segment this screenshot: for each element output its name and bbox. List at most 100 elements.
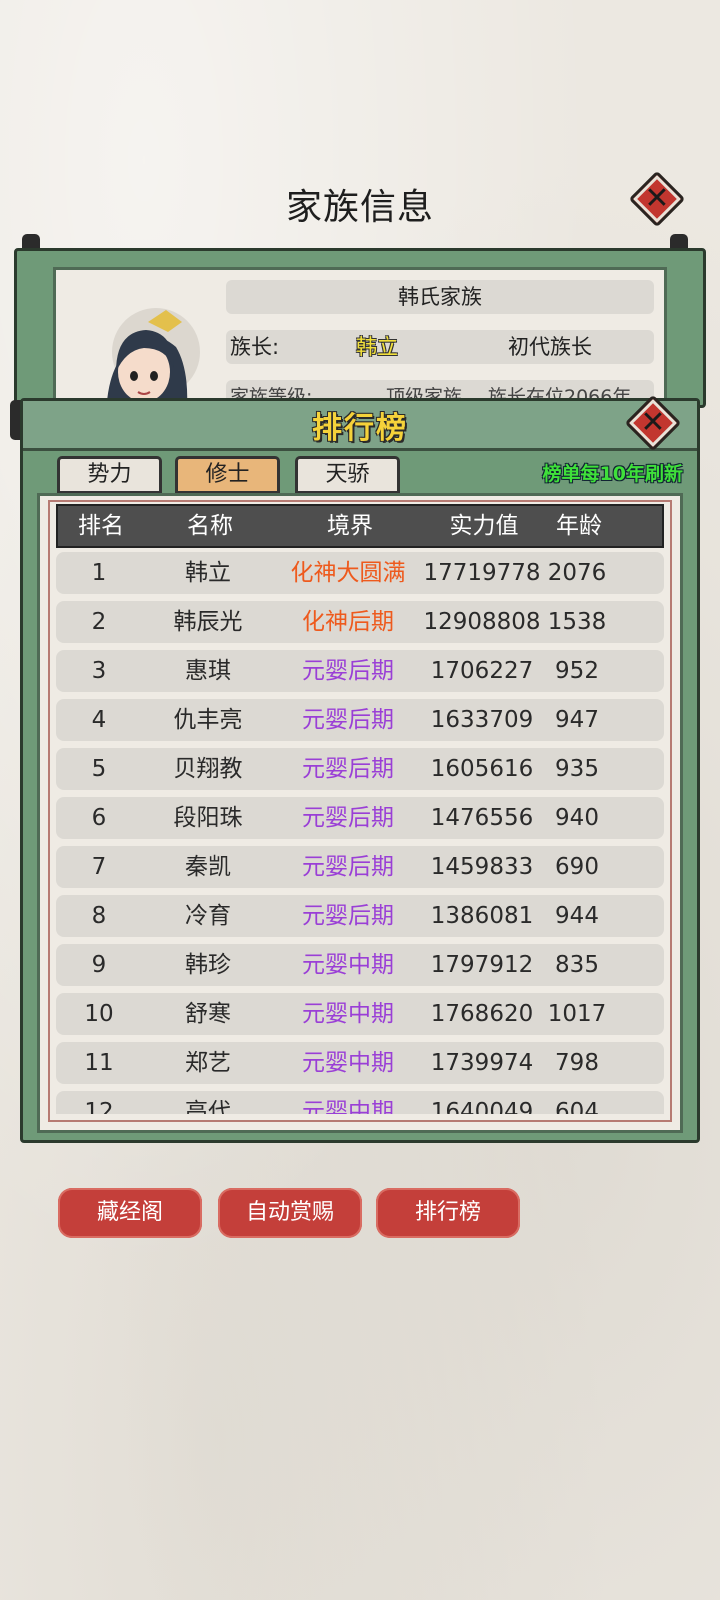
header-name: 名称	[187, 513, 233, 539]
row-name: 段阳珠	[173, 805, 243, 831]
close-ranking-button[interactable]: ✕	[624, 394, 682, 452]
family-info-panel: 韩氏家族 族长: 韩立 初代族长 家族等级: 顶级家族 族长在位2066年	[14, 248, 706, 408]
close-icon: ✕	[640, 405, 666, 440]
row-realm: 元婴后期	[302, 805, 394, 831]
table-row[interactable]: 3 惠琪 元婴后期 1706227 952	[56, 650, 664, 692]
row-rank: 9	[91, 952, 107, 978]
row-rank: 2	[91, 609, 107, 635]
row-name: 秦凯	[185, 854, 231, 880]
page-title: 家族信息	[285, 187, 434, 228]
row-rank: 3	[91, 658, 107, 684]
leader-title: 初代族长	[508, 335, 592, 359]
row-rank: 8	[91, 903, 107, 929]
row-name: 郑艺	[185, 1050, 231, 1076]
table-header: 排名 名称 境界 实力值 年龄	[56, 504, 664, 548]
row-rank: 10	[84, 1001, 114, 1027]
header-realm: 境界	[327, 513, 373, 539]
row-power: 1386081	[430, 903, 534, 929]
row-power: 1706227	[430, 658, 534, 684]
row-realm: 元婴后期	[302, 903, 394, 929]
leader-avatar	[86, 292, 206, 405]
row-rank: 6	[91, 805, 107, 831]
close-family-button[interactable]: ✕	[628, 170, 686, 228]
row-rank: 12	[84, 1099, 114, 1114]
family-name-row: 韩氏家族	[226, 280, 654, 314]
row-rank: 4	[91, 707, 107, 733]
row-age: 952	[555, 658, 599, 684]
row-power: 17719778	[423, 560, 541, 586]
row-realm: 元婴中期	[302, 1050, 394, 1076]
row-age: 947	[555, 707, 599, 733]
family-name: 韩氏家族	[398, 285, 482, 309]
row-name: 韩珍	[185, 952, 231, 978]
table-row[interactable]: 12 高代 元婴中期 1640049 604	[56, 1091, 664, 1114]
table-row[interactable]: 9 韩珍 元婴中期 1797912 835	[56, 944, 664, 986]
table-row[interactable]: 5 贝翔教 元婴后期 1605616 935	[56, 748, 664, 790]
row-name: 冷育	[185, 903, 231, 929]
table-row[interactable]: 1 韩立 化神大圆满 17719778 2076	[56, 552, 664, 594]
header-age: 年龄	[556, 513, 602, 539]
leader-portrait-icon	[106, 308, 200, 405]
row-realm: 元婴中期	[302, 1099, 394, 1114]
row-realm: 元婴中期	[302, 1001, 394, 1027]
row-realm: 化神大圆满	[290, 560, 406, 586]
row-name: 惠琪	[185, 658, 231, 684]
row-realm: 化神后期	[302, 609, 394, 635]
tab-cultivator[interactable]: 修士	[175, 456, 280, 494]
row-power: 1605616	[430, 756, 534, 782]
family-leader-row: 族长: 韩立 初代族长	[226, 330, 654, 364]
row-name: 仇丰亮	[173, 707, 243, 733]
row-power: 1640049	[430, 1099, 534, 1114]
auto-reward-button[interactable]: 自动赏赐	[218, 1188, 362, 1238]
row-realm: 元婴后期	[302, 756, 394, 782]
row-realm: 元婴中期	[302, 952, 394, 978]
close-icon: ✕	[644, 181, 670, 216]
ranking-table: 排名 名称 境界 实力值 年龄 1 韩立 化神大圆满 17719778 2076 2 韩辰光…	[37, 493, 683, 1133]
row-realm: 元婴后期	[302, 707, 394, 733]
row-name: 韩立	[185, 560, 231, 586]
ranking-rows[interactable]: 1 韩立 化神大圆满 17719778 2076 2 韩辰光 化神后期 12908808 1 5 3 8…	[56, 552, 664, 1114]
refresh-note: 榜单每10年刷新	[542, 463, 683, 485]
leader-label: 族长:	[230, 335, 280, 359]
row-age: 944	[555, 903, 599, 929]
row-power: 1459833	[430, 854, 534, 880]
ranking-header: 排行榜	[23, 401, 697, 451]
tab-faction[interactable]: 势力	[57, 456, 162, 494]
table-row[interactable]: 10 舒寒 元婴中期 1768620 1017	[56, 993, 664, 1035]
table-row[interactable]: 8 冷育 元婴后期 1386081 944	[56, 895, 664, 937]
table-row[interactable]: 4 仇丰亮 元婴后期 1633709 947	[56, 699, 664, 741]
table-row[interactable]: 11 郑艺 元婴中期 1739974 798	[56, 1042, 664, 1084]
tab-prodigy[interactable]: 天骄	[295, 456, 400, 494]
table-row[interactable]: 6 段阳珠 元婴后期 1476556 940	[56, 797, 664, 839]
row-age: 2076	[547, 560, 607, 586]
header-power: 实力值	[449, 513, 519, 539]
row-power: 1476556	[430, 805, 534, 831]
table-row[interactable]: 7 秦凯 元婴后期 1459833 690	[56, 846, 664, 888]
row-rank: 11	[84, 1050, 114, 1076]
row-realm: 元婴后期	[302, 658, 394, 684]
row-age: 835	[555, 952, 599, 978]
row-power: 1768620	[430, 1001, 534, 1027]
table-row[interactable]: 2 韩辰光 化神后期 12908808 1538	[56, 601, 664, 643]
row-rank: 5	[91, 756, 107, 782]
row-rank: 7	[91, 854, 107, 880]
row-power: 1797912	[430, 952, 534, 978]
family-info-content: 韩氏家族 族长: 韩立 初代族长 家族等级: 顶级家族 族长在位2066年	[53, 267, 667, 405]
row-age: 940	[555, 805, 599, 831]
library-button[interactable]: 藏经阁	[58, 1188, 202, 1238]
row-age: 690	[555, 854, 599, 880]
row-name: 韩辰光	[173, 609, 243, 635]
row-name: 高代	[185, 1099, 231, 1114]
ranking-panel: 排行榜 势力 修士 天骄 榜单每10年刷新 排名 名称 境界 实力值 年龄 1 韩…	[20, 398, 700, 1143]
row-power: 12908808	[423, 609, 541, 635]
ranking-button[interactable]: 排行榜	[376, 1188, 520, 1238]
row-age: 935	[555, 756, 599, 782]
row-name: 舒寒	[185, 1001, 231, 1027]
row-rank: 1	[91, 560, 107, 586]
header-rank: 排名	[78, 513, 124, 539]
ranking-title: 排行榜	[312, 410, 408, 446]
leader-name: 韩立	[356, 335, 398, 359]
row-realm: 元婴后期	[302, 854, 394, 880]
row-age: 1017	[547, 1001, 607, 1027]
row-power: 1633709	[430, 707, 534, 733]
